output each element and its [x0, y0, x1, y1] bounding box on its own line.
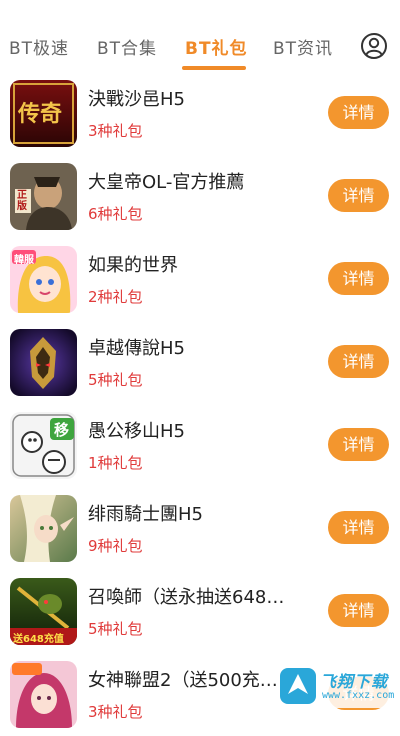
- active-tab-indicator: [182, 66, 246, 70]
- gift-count: 6种礼包: [88, 205, 143, 223]
- details-button[interactable]: 详情: [328, 594, 389, 627]
- game-icon: [10, 329, 77, 396]
- game-icon: 移: [10, 412, 77, 479]
- game-title: 召喚師（送永抽送648…: [88, 587, 285, 608]
- game-icon: [10, 495, 77, 562]
- game-icon: 送648充值: [10, 578, 77, 645]
- watermark-logo-icon: [280, 668, 316, 704]
- region-badge: 韓服: [14, 255, 34, 266]
- list-item[interactable]: 移 愚公移山H5 1种礼包 详情: [0, 404, 400, 487]
- tab-bt-news[interactable]: BT资讯: [273, 34, 333, 59]
- game-title: 決戰沙邑H5: [88, 89, 185, 110]
- watermark-text: 飞翔下载: [320, 672, 389, 691]
- details-button[interactable]: 详情: [328, 96, 389, 129]
- user-circle-icon[interactable]: [360, 32, 388, 60]
- game-icon: 传奇: [10, 80, 77, 147]
- gift-count: 5种礼包: [88, 620, 143, 638]
- list-item[interactable]: 传奇 決戰沙邑H5 3种礼包 详情: [0, 72, 400, 155]
- game-title: 愚公移山H5: [88, 421, 185, 442]
- tab-bt-collection[interactable]: BT合集: [97, 34, 157, 59]
- tab-bt-gifts[interactable]: BT礼包: [185, 34, 248, 59]
- game-title: 卓越傳說H5: [88, 338, 185, 359]
- gift-count: 9种礼包: [88, 537, 143, 555]
- list-item[interactable]: 送648充值 召喚師（送永抽送648… 5种礼包 详情: [0, 570, 400, 653]
- game-title: 绯雨騎士團H5: [88, 504, 203, 525]
- watermark-url: www.fxxz.com: [322, 690, 395, 701]
- game-icon: 韓服: [10, 246, 77, 313]
- tab-bt-speed[interactable]: BT极速: [9, 34, 69, 59]
- list-item[interactable]: 卓越傳說H5 5种礼包 详情: [0, 321, 400, 404]
- list-item[interactable]: 正版 大皇帝OL-官方推薦 6种礼包 详情: [0, 155, 400, 238]
- details-button[interactable]: 详情: [328, 511, 389, 544]
- official-badge: 正版: [17, 190, 27, 212]
- game-logo-text: 传奇: [18, 101, 63, 127]
- game-icon: [10, 661, 77, 728]
- top-navigation: BT极速 BT合集 BT礼包 BT资讯: [0, 0, 400, 78]
- game-title: 如果的世界: [88, 255, 178, 276]
- game-icon: 正版: [10, 163, 77, 230]
- move-badge: 移: [54, 421, 70, 439]
- site-watermark: 飞翔下载 www.fxxz.com: [276, 664, 394, 708]
- list-item[interactable]: 韓服 如果的世界 2种礼包 详情: [0, 238, 400, 321]
- list-item[interactable]: 绯雨騎士團H5 9种礼包 详情: [0, 487, 400, 570]
- details-button[interactable]: 详情: [328, 345, 389, 378]
- details-button[interactable]: 详情: [328, 428, 389, 461]
- game-title: 大皇帝OL-官方推薦: [88, 172, 245, 193]
- details-button[interactable]: 详情: [328, 262, 389, 295]
- gift-count: 1种礼包: [88, 454, 143, 472]
- gift-count: 3种礼包: [88, 122, 143, 140]
- details-button[interactable]: 详情: [328, 179, 389, 212]
- gift-count: 5种礼包: [88, 371, 143, 389]
- gift-count: 2种礼包: [88, 288, 143, 306]
- promo-badge: 送648充值: [13, 634, 64, 645]
- game-title: 女神聯盟2（送500充…: [88, 670, 278, 691]
